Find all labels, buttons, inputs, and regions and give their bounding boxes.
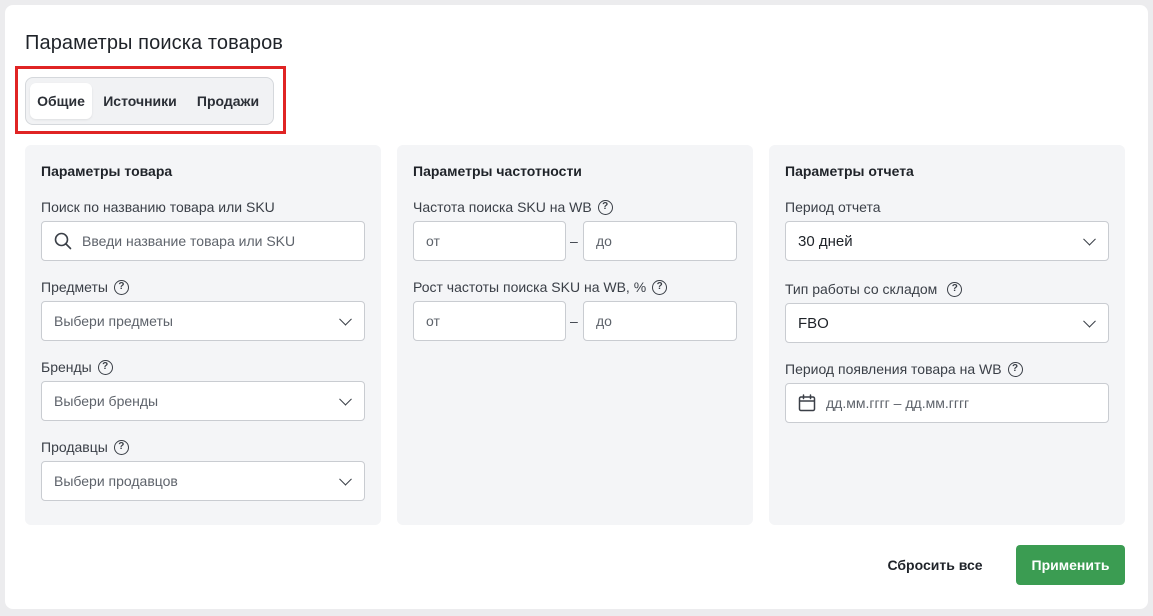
growth-label: Рост частоты поиска SKU на WB, % ? — [413, 279, 668, 295]
growth-from-input[interactable]: от — [413, 301, 566, 341]
tab-sources[interactable]: Источники — [92, 83, 188, 119]
help-icon[interactable]: ? — [1007, 361, 1023, 377]
tab-sales[interactable]: Продажи — [188, 83, 268, 119]
help-icon[interactable]: ? — [947, 281, 963, 297]
brands-label: Бренды ? — [41, 359, 113, 375]
panel-title: Параметры отчета — [785, 163, 914, 179]
appearance-label: Период появления товара на WB ? — [785, 361, 1023, 377]
period-select[interactable]: 30 дней — [785, 221, 1109, 261]
appearance-date-range-input[interactable]: дд.мм.гггг – дд.мм.гггг — [785, 383, 1109, 423]
sellers-placeholder: Выбери продавцов — [54, 473, 178, 489]
warehouse-label: Тип работы со складом ? — [785, 281, 963, 297]
freq-to-placeholder: до — [596, 233, 612, 249]
brands-select[interactable]: Выбери бренды — [41, 381, 365, 421]
chevron-down-icon — [339, 472, 352, 486]
product-params-panel: Параметры товара Поиск по названию товар… — [25, 145, 381, 525]
reset-all-button[interactable]: Сбросить все — [875, 545, 995, 585]
subjects-select[interactable]: Выбери предметы — [41, 301, 365, 341]
search-placeholder: Введи название товара или SKU — [82, 233, 296, 249]
growth-from-placeholder: от — [426, 313, 440, 329]
chevron-down-icon — [339, 392, 352, 406]
panel-title: Параметры товара — [41, 163, 173, 179]
frequency-params-panel: Параметры частотности Частота поиска SKU… — [397, 145, 753, 525]
appearance-placeholder: дд.мм.гггг – дд.мм.гггг — [826, 395, 970, 411]
brands-placeholder: Выбери бренды — [54, 393, 159, 409]
help-icon[interactable]: ? — [652, 279, 668, 295]
freq-from-input[interactable]: от — [413, 221, 566, 261]
search-input[interactable]: Введи название товара или SKU — [41, 221, 365, 261]
page-title: Параметры поиска товаров — [25, 32, 284, 54]
panel-title: Параметры частотности — [413, 163, 582, 179]
sellers-select[interactable]: Выбери продавцов — [41, 461, 365, 501]
help-icon[interactable]: ? — [113, 279, 129, 295]
search-label: Поиск по названию товара или SKU — [41, 199, 275, 215]
sellers-label: Продавцы ? — [41, 439, 129, 455]
range-dash: – — [570, 313, 578, 329]
tabs-bar: Общие Источники Продажи — [25, 77, 274, 125]
report-params-panel: Параметры отчета Период отчета 30 дней Т… — [769, 145, 1125, 525]
freq-label: Частота поиска SKU на WB ? — [413, 199, 613, 215]
tab-general[interactable]: Общие — [30, 83, 92, 119]
freq-from-placeholder: от — [426, 233, 440, 249]
period-value: 30 дней — [798, 232, 853, 250]
search-params-card: Параметры поиска товаров Общие Источники… — [5, 5, 1148, 609]
chevron-down-icon — [1083, 314, 1096, 328]
help-icon[interactable]: ? — [97, 359, 113, 375]
warehouse-value: FBO — [798, 314, 829, 332]
search-icon — [54, 232, 72, 250]
subjects-label: Предметы ? — [41, 279, 129, 295]
help-icon[interactable]: ? — [597, 199, 613, 215]
period-label: Период отчета — [785, 199, 881, 215]
chevron-down-icon — [1083, 232, 1096, 246]
apply-button[interactable]: Применить — [1016, 545, 1125, 585]
warehouse-select[interactable]: FBO — [785, 303, 1109, 343]
subjects-placeholder: Выбери предметы — [54, 313, 173, 329]
range-dash: – — [570, 233, 578, 249]
calendar-icon — [798, 394, 816, 412]
growth-to-placeholder: до — [596, 313, 612, 329]
help-icon[interactable]: ? — [113, 439, 129, 455]
freq-to-input[interactable]: до — [583, 221, 737, 261]
growth-to-input[interactable]: до — [583, 301, 737, 341]
chevron-down-icon — [339, 312, 352, 326]
